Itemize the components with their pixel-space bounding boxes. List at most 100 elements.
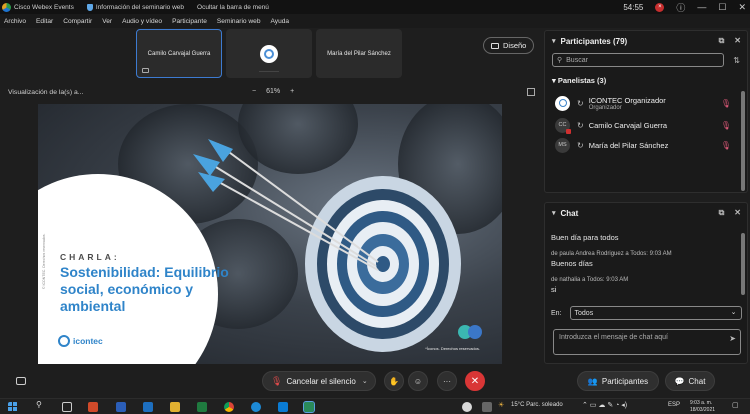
meeting-controls: 🎙 Cancelar el silencio ⌄ ✋ ☺ ··· ✕ 👥 Par…: [0, 368, 750, 396]
meeting-timer: 54:55: [623, 2, 644, 12]
teams-icon[interactable]: [278, 402, 288, 412]
clock-time[interactable]: 9:03 a. m.: [690, 400, 712, 406]
unmute-button[interactable]: 🎙 Cancelar el silencio ⌄: [262, 371, 376, 391]
chrome-icon[interactable]: [224, 402, 234, 412]
edge-icon[interactable]: [251, 402, 261, 412]
close-panel-icon[interactable]: ✕: [734, 36, 741, 46]
chat-scrollbar[interactable]: [741, 233, 745, 295]
chat-panel: ▾ Chat ⧉ ✕ Buen día para todos de paula A…: [544, 202, 748, 364]
participants-button[interactable]: 👥 Participantes: [577, 371, 659, 391]
windows-start-icon[interactable]: [8, 402, 18, 412]
zoom-level[interactable]: 61%: [266, 88, 280, 95]
tray-icons[interactable]: ⌃ ▭ ☁ ✎ ◔ ◂): [582, 401, 627, 409]
mic-muted-icon[interactable]: 🎙: [721, 121, 731, 130]
notifications-icon[interactable]: ▢: [732, 401, 739, 409]
shared-slide: © ICONTEC. Derechos reservados. CHARLA: …: [38, 104, 502, 364]
maximize-icon[interactable]: ☐: [718, 2, 726, 13]
user-icon[interactable]: [462, 402, 472, 412]
menu-bar: Archivo Editar Compartir Ver Audio y víd…: [0, 14, 750, 28]
chat-message-input[interactable]: Introduzca el mensaje de chat aquí ➤: [553, 329, 741, 355]
layout-button[interactable]: Diseño: [483, 37, 535, 54]
alert-badge-icon[interactable]: ×: [655, 2, 665, 12]
menu-participante[interactable]: Participante: [172, 18, 207, 25]
reactions-button[interactable]: ☺: [408, 371, 428, 391]
people-icon: 👥: [587, 376, 598, 386]
send-icon[interactable]: ➤: [729, 334, 736, 343]
sort-icon[interactable]: ⇅: [733, 56, 740, 65]
info-icon[interactable]: ⓘ: [676, 1, 685, 14]
powerpoint-icon[interactable]: [88, 402, 98, 412]
chat-recipient-row: En: Todos ⌄: [551, 306, 742, 320]
close-panel-icon[interactable]: ✕: [734, 208, 741, 218]
webex-logo-icon: [2, 2, 11, 12]
collapse-chevron-icon[interactable]: ▾: [552, 209, 556, 217]
clock-date[interactable]: 18/03/2021: [690, 407, 715, 413]
taskbar-search-icon[interactable]: ⚲: [36, 400, 42, 409]
participant-row[interactable]: MS ↻ María del Pilar Sánchez 🎙: [545, 135, 747, 155]
video-thumbnail-maria[interactable]: María del Pilar Sánchez: [316, 29, 402, 78]
menu-compartir[interactable]: Compartir: [63, 18, 92, 25]
menu-seminario-web[interactable]: Seminario web: [217, 18, 261, 25]
mic-off-icon: 🎙: [271, 375, 283, 386]
fullscreen-icon[interactable]: [527, 88, 535, 96]
unmute-label: Cancelar el silencio: [286, 376, 356, 386]
participants-title: Participantes (79): [560, 36, 628, 46]
video-thumbnail-icontec[interactable]: [226, 29, 312, 78]
icontec-ring-icon: [58, 335, 70, 347]
minimize-icon[interactable]: —: [697, 2, 706, 12]
thumbnail-divider: [259, 71, 279, 72]
recipient-value: Todos: [574, 309, 594, 317]
word-icon[interactable]: [116, 402, 126, 412]
weather-icon: ☀: [498, 402, 505, 409]
chat-button[interactable]: 💬 Chat: [665, 371, 715, 391]
task-view-icon[interactable]: [62, 402, 72, 412]
participant-search-input[interactable]: ⚲ Buscar: [552, 53, 724, 67]
menu-audio-video[interactable]: Audio y vídeo: [122, 18, 162, 25]
participants-header[interactable]: ▾ Participantes (79) ⧉ ✕: [545, 31, 747, 51]
file-explorer-icon[interactable]: [170, 402, 180, 412]
leave-button[interactable]: ✕: [465, 371, 485, 391]
zoom-in-button[interactable]: +: [290, 88, 294, 95]
menu-ver[interactable]: Ver: [102, 18, 112, 25]
hide-menu-button[interactable]: Ocultar la barra de menú: [197, 4, 269, 11]
panelists-header[interactable]: ▾ Panelistas (3): [545, 67, 747, 85]
excel-icon[interactable]: [197, 402, 207, 412]
chevron-down-icon: ⌄: [730, 309, 737, 316]
video-thumbnail-camilo[interactable]: Camilo Carvajal Guerra: [136, 29, 222, 78]
mic-muted-icon[interactable]: 🎙: [721, 141, 731, 150]
participant-row[interactable]: ↻ ICONTEC Organizador Organizador 🎙: [545, 91, 747, 115]
participants-scrollbar[interactable]: [741, 91, 745, 191]
chevron-down-icon[interactable]: ⌄: [362, 377, 368, 385]
chat-message-text: Buen día para todos: [551, 233, 619, 242]
popout-icon[interactable]: ⧉: [719, 36, 725, 46]
hand-icon: ✋: [389, 376, 399, 386]
closed-caption-icon[interactable]: [16, 377, 26, 385]
more-options-button[interactable]: ···: [437, 371, 457, 391]
zoom-out-button[interactable]: −: [252, 88, 256, 95]
share-view-label[interactable]: Visualización de la(s) a...: [8, 89, 83, 96]
participant-row[interactable]: CC ↻ Camilo Carvajal Guerra 🎙: [545, 115, 747, 135]
mic-muted-icon[interactable]: 🎙: [721, 99, 731, 108]
app-tray-icon[interactable]: [482, 402, 492, 412]
copyright-text: © ICONTEC. Derechos reservados.: [42, 233, 46, 289]
recipient-label: En:: [551, 309, 562, 317]
chat-input-placeholder: Introduzca el mensaje de chat aquí: [559, 334, 668, 341]
menu-archivo[interactable]: Archivo: [4, 18, 26, 25]
recipient-select[interactable]: Todos ⌄: [569, 306, 742, 320]
participant-name: María del Pilar Sánchez: [588, 140, 669, 150]
menu-editar[interactable]: Editar: [36, 18, 53, 25]
language-indicator[interactable]: ESP: [668, 402, 680, 408]
raise-hand-button[interactable]: ✋: [384, 371, 404, 391]
chat-header[interactable]: ▾ Chat ⧉ ✕: [545, 203, 747, 223]
weather-text[interactable]: 15°C Parc. soleado: [511, 402, 563, 408]
search-placeholder: Buscar: [566, 56, 588, 64]
webex-taskbar-icon[interactable]: [303, 401, 315, 413]
seminar-info-link[interactable]: Información del seminario web: [86, 3, 184, 11]
popout-icon[interactable]: ⧉: [719, 208, 725, 218]
menu-ayuda[interactable]: Ayuda: [271, 18, 290, 25]
app-title: Cisco Webex Events: [14, 3, 74, 11]
close-window-icon[interactable]: ✕: [738, 2, 746, 13]
outlook-icon[interactable]: [143, 402, 153, 412]
collapse-chevron-icon[interactable]: ▾: [552, 37, 556, 45]
windows-taskbar: ⚲ ☀ 15°C Parc. soleado ⌃ ▭ ☁ ✎ ◔ ◂) ESP …: [0, 398, 750, 414]
